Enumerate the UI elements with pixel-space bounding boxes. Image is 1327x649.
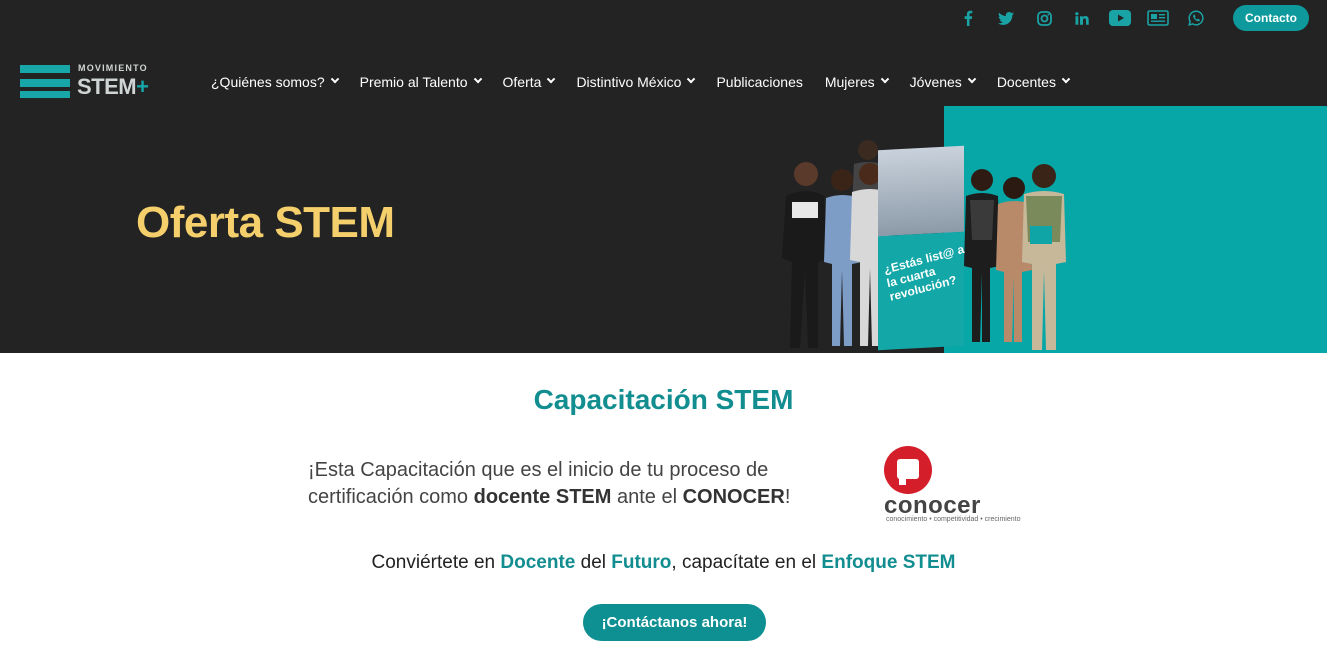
person-figure (1022, 164, 1066, 350)
conocer-logo-circle (884, 446, 932, 494)
nav-item-mujeres[interactable]: Mujeres (814, 74, 899, 90)
nav-item-label: Premio al Talento (359, 74, 468, 90)
nav-item-jovenes[interactable]: Jóvenes (899, 74, 986, 90)
group-photo: ¿Estás list@ a la cuarta revolución? (774, 136, 1074, 353)
logo-bar (20, 91, 70, 98)
facebook-icon[interactable] (949, 6, 987, 30)
nav-item-oferta[interactable]: Oferta (492, 74, 566, 90)
chevron-down-icon (330, 74, 339, 84)
nav-item-quienes-somos[interactable]: ¿Quiénes somos? (200, 74, 349, 90)
social-links (949, 6, 1215, 30)
top-bar: Contacto (949, 4, 1309, 32)
logo-small-text: MOVIMIENTO (78, 63, 148, 73)
tagline-highlight: Enfoque STEM (821, 552, 956, 573)
tagline-highlight: Futuro (611, 552, 672, 573)
conocer-logo-bubble (897, 459, 919, 485)
logo-bar (20, 79, 70, 87)
linkedin-icon[interactable] (1063, 6, 1101, 30)
nav-item-docentes[interactable]: Docentes (986, 74, 1080, 90)
nav-item-label: Publicaciones (716, 74, 803, 90)
hero-section: Oferta STEM ¿Estás list@ a la cuarta rev… (0, 106, 1327, 353)
chevron-down-icon (473, 74, 482, 84)
tagline-part: , capacítate en el (671, 552, 822, 573)
nav-item-label: Distintivo México (576, 74, 682, 90)
logo-big-text: STEM+ (77, 74, 149, 100)
nav-item-label: Mujeres (824, 74, 875, 90)
nav-item-label: Docentes (996, 74, 1056, 90)
newspaper-icon[interactable] (1139, 6, 1177, 30)
twitter-icon[interactable] (987, 6, 1025, 30)
nav-item-label: Jóvenes (909, 74, 962, 90)
site-logo[interactable]: MOVIMIENTO STEM+ (20, 58, 156, 102)
chevron-down-icon (687, 74, 696, 84)
certification-text: ¡Esta Capacitación que es el inicio de t… (308, 457, 868, 511)
chevron-down-icon (880, 74, 889, 84)
nav-item-publicaciones[interactable]: Publicaciones (705, 74, 813, 90)
nav-item-label: Oferta (502, 74, 542, 90)
chevron-down-icon (967, 74, 977, 84)
cert-text-bold: docente STEM (473, 486, 612, 508)
logo-plus-text: + (136, 74, 149, 99)
main-nav: ¿Quiénes somos? Premio al Talento Oferta… (200, 66, 1080, 98)
contact-now-button[interactable]: ¡Contáctanos ahora! (583, 604, 766, 641)
instagram-icon[interactable] (1025, 6, 1063, 30)
logo-bar (20, 65, 70, 73)
hero-banner: ¿Estás list@ a la cuarta revolución? (878, 145, 965, 351)
page-title: Oferta STEM (136, 198, 395, 247)
docente-tagline: Conviértete en Docente del Futuro, capac… (0, 552, 1327, 574)
youtube-icon[interactable] (1101, 6, 1139, 30)
contact-button[interactable]: Contacto (1233, 5, 1309, 31)
whatsapp-icon[interactable] (1177, 6, 1215, 30)
tagline-part: Conviértete en (371, 552, 501, 573)
cert-text-part: ante el (611, 486, 683, 508)
conocer-logo: conocer conocimiento • competitividad • … (884, 446, 1054, 526)
cert-text-bold: CONOCER (682, 486, 785, 508)
site-header: Contacto MOVIMIENTO STEM+ ¿Quiénes somos… (0, 0, 1327, 106)
nav-item-premio-talento[interactable]: Premio al Talento (349, 74, 492, 90)
chevron-down-icon (547, 74, 556, 84)
section-title: Capacitación STEM (533, 384, 794, 415)
banner-keyboard-image (878, 145, 964, 237)
chevron-down-icon (1061, 74, 1071, 84)
tagline-highlight: Docente (500, 552, 576, 573)
tagline-part: del (575, 552, 612, 573)
nav-item-label: ¿Quiénes somos? (211, 74, 325, 90)
nav-item-distintivo-mexico[interactable]: Distintivo México (565, 74, 705, 90)
cert-text-part: ! (784, 486, 791, 508)
logo-stem-text: STEM (77, 74, 137, 99)
conocer-logo-tagline: conocimiento • competitividad • crecimie… (886, 516, 1021, 523)
